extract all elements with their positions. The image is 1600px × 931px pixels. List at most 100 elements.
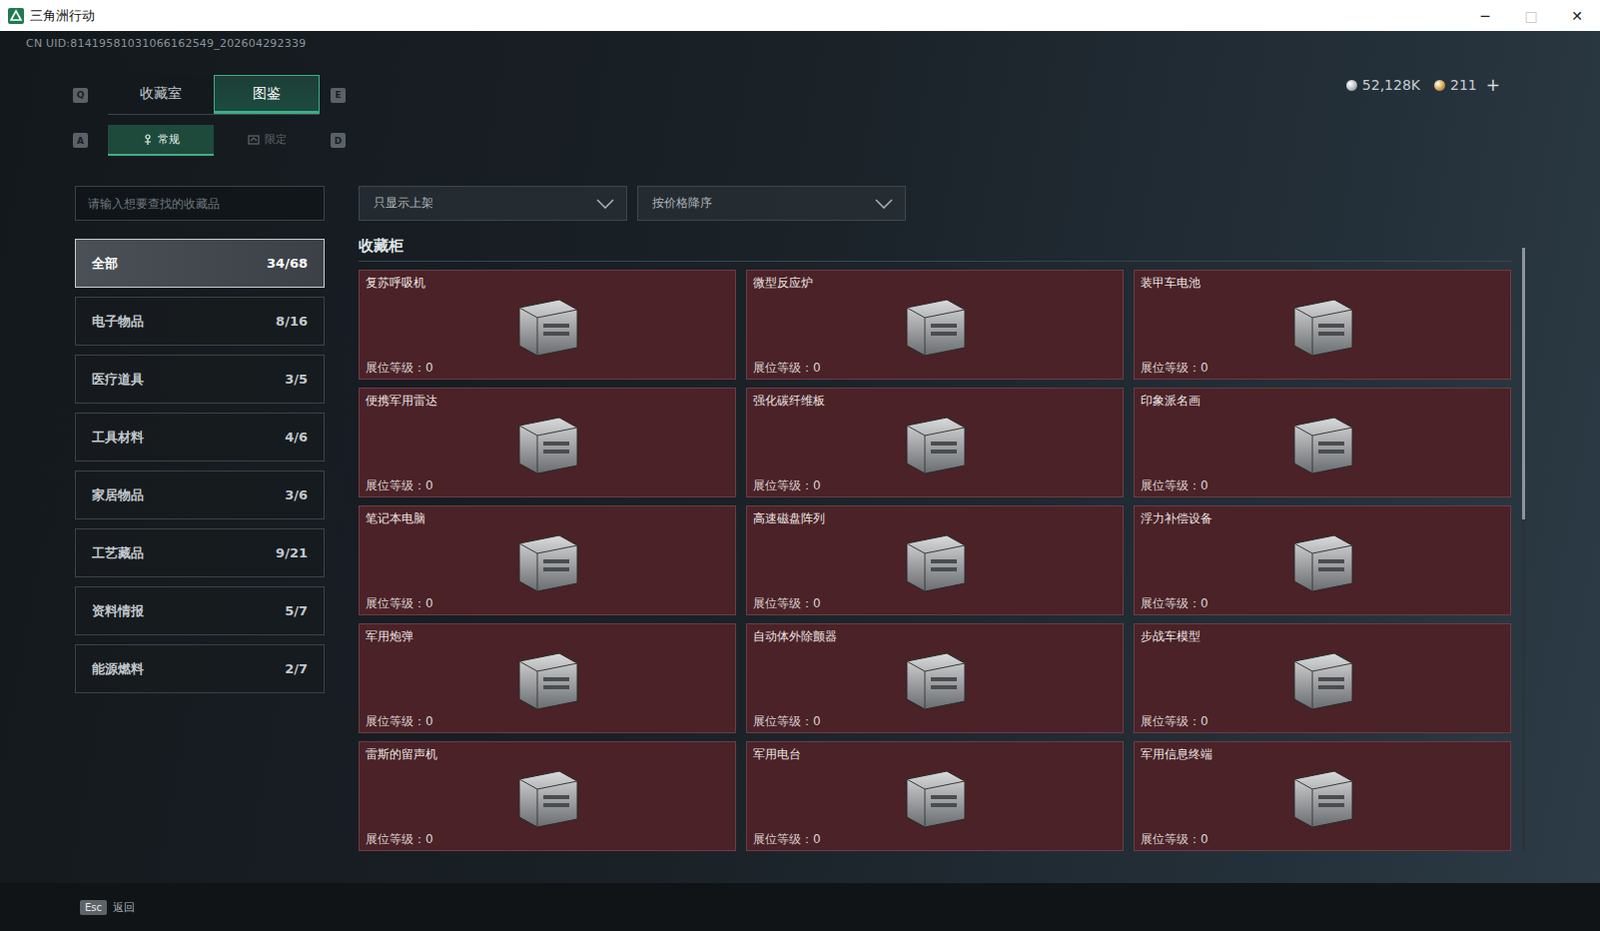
item-image: [1140, 762, 1505, 831]
sub-tab[interactable]: 常规: [107, 124, 214, 156]
item-name: 雷斯的留声机: [365, 746, 730, 763]
scrollbar[interactable]: [1522, 247, 1526, 851]
key-hint: E: [330, 87, 346, 103]
item-level: 展位等级：0: [753, 595, 1117, 612]
category-item[interactable]: 工艺藏品9/21: [74, 528, 325, 578]
item-level: 展位等级：0: [753, 713, 1117, 730]
category-item[interactable]: 资料情报5/7: [74, 586, 325, 636]
content: 全部34/68 电子物品8/16 医疗道具3/5 工具材料4/6 家居物品3/6 工艺藏品…: [0, 185, 1600, 883]
collectible-icon: [1274, 761, 1371, 833]
item-level: 展位等级：0: [1140, 477, 1505, 494]
item-image: [1140, 644, 1505, 714]
item-image: [365, 762, 730, 831]
item-name: 军用电台: [753, 746, 1117, 763]
item-level: 展位等级：0: [1140, 830, 1505, 847]
item-card[interactable]: 自动体外除颤器展位等级：0: [746, 623, 1124, 734]
item-name: 印象派名画: [1140, 392, 1505, 409]
filter-dropdown[interactable]: 只显示上架: [358, 185, 628, 221]
item-image: [753, 526, 1117, 596]
collectible-icon: [499, 643, 596, 716]
currency-amount: 211: [1450, 76, 1478, 93]
window-title: 三角洲行动: [29, 6, 95, 25]
item-image: [1140, 290, 1505, 360]
window-control-button: □: [1508, 0, 1555, 31]
item-image: [753, 644, 1117, 714]
item-card[interactable]: 装甲车电池展位等级：0: [1133, 269, 1512, 380]
collectible-icon: [886, 525, 983, 598]
item-level: 展位等级：0: [1140, 595, 1505, 612]
chevron-down-icon: [874, 198, 893, 209]
app-logo-icon: [7, 7, 24, 24]
category-item[interactable]: 电子物品8/16: [74, 296, 325, 346]
key-hint: Q: [72, 87, 88, 103]
collection-panel: 只显示上架按价格降序收藏柜复苏呼吸机展位等级：0微型反应炉展位等级：0装甲车电池…: [358, 185, 1536, 883]
category-item[interactable]: 工具材料4/6: [74, 412, 325, 462]
item-card[interactable]: 便携军用雷达展位等级：0: [358, 387, 737, 498]
item-card[interactable]: 军用电台展位等级：0: [746, 741, 1124, 851]
scrollbar-thumb[interactable]: [1522, 247, 1526, 520]
item-card[interactable]: 笔记本电脑展位等级：0: [358, 505, 737, 616]
item-card[interactable]: 步战车模型展位等级：0: [1133, 623, 1512, 734]
collectible-icon: [499, 525, 596, 598]
item-name: 微型反应炉: [753, 274, 1117, 291]
chevron-down-icon: [596, 198, 615, 209]
item-card[interactable]: 军用炮弹展位等级：0: [358, 623, 737, 734]
filter-row: 只显示上架按价格降序: [358, 185, 1536, 221]
collectible-icon: [886, 643, 983, 716]
item-level: 展位等级：0: [753, 359, 1117, 376]
category-item[interactable]: 全部34/68: [74, 238, 325, 288]
item-name: 军用炮弹: [365, 628, 730, 645]
top-tabs-row: Q 收藏室图鉴 E 52,128K 211 +: [0, 74, 1600, 115]
category-item[interactable]: 能源燃料2/7: [74, 644, 325, 694]
category-item[interactable]: 医疗道具3/5: [74, 354, 325, 404]
section-title: 收藏柜: [358, 236, 1513, 262]
collectible-icon: [886, 407, 983, 480]
item-name: 装甲车电池: [1140, 274, 1505, 291]
coin-icon: [1434, 79, 1446, 91]
collectible-icon: [1274, 289, 1371, 362]
top-tab[interactable]: 图鉴: [213, 74, 320, 114]
item-name: 高速磁盘阵列: [753, 510, 1117, 527]
item-card[interactable]: 高速磁盘阵列展位等级：0: [746, 505, 1124, 616]
item-level: 展位等级：0: [753, 830, 1117, 847]
window-control-button[interactable]: ─: [1462, 0, 1509, 31]
item-image: [753, 290, 1117, 360]
window-control-button[interactable]: ✕: [1554, 0, 1600, 31]
item-name: 步战车模型: [1140, 628, 1505, 645]
add-currency-button[interactable]: +: [1486, 74, 1501, 95]
back-label[interactable]: 返回: [112, 899, 135, 915]
item-name: 自动体外除颤器: [753, 628, 1117, 645]
app-window: 三角洲行动─□✕CN UID:81419581031066162549_2026…: [0, 0, 1600, 931]
item-card[interactable]: 印象派名画展位等级：0: [1133, 387, 1512, 498]
item-card[interactable]: 强化碳纤维板展位等级：0: [746, 387, 1124, 498]
item-name: 浮力补偿设备: [1140, 510, 1505, 527]
search-field[interactable]: [74, 185, 325, 221]
item-level: 展位等级：0: [365, 477, 730, 494]
item-name: 强化碳纤维板: [753, 392, 1117, 409]
grid-wrap: 复苏呼吸机展位等级：0微型反应炉展位等级：0装甲车电池展位等级：0便携军用雷达展…: [358, 269, 1536, 851]
sidebar: 全部34/68 电子物品8/16 医疗道具3/5 工具材料4/6 家居物品3/6 工艺藏品…: [74, 185, 325, 883]
item-card[interactable]: 浮力补偿设备展位等级：0: [1133, 505, 1512, 616]
sub-tab[interactable]: 限定: [213, 124, 320, 156]
collectible-icon: [499, 289, 596, 362]
item-level: 展位等级：0: [1140, 359, 1505, 376]
item-card[interactable]: 复苏呼吸机展位等级：0: [358, 269, 737, 380]
item-grid: 复苏呼吸机展位等级：0微型反应炉展位等级：0装甲车电池展位等级：0便携军用雷达展…: [358, 269, 1513, 851]
currency-amount: 52,128K: [1362, 76, 1421, 93]
item-card[interactable]: 雷斯的留声机展位等级：0: [358, 741, 737, 851]
coin-icon: [1346, 79, 1358, 91]
regular-icon: [142, 133, 153, 146]
item-card[interactable]: 军用信息终端展位等级：0: [1133, 741, 1512, 851]
esc-key[interactable]: Esc: [79, 899, 107, 915]
top-tabs: 收藏室图鉴: [107, 74, 320, 115]
top-tab[interactable]: 收藏室: [107, 74, 214, 114]
key-hint: D: [330, 132, 346, 148]
category-item[interactable]: 家居物品3/6: [74, 470, 325, 520]
item-image: [1140, 408, 1505, 478]
item-card[interactable]: 微型反应炉展位等级：0: [746, 269, 1124, 380]
window-controls: ─□✕: [1462, 0, 1600, 31]
item-level: 展位等级：0: [365, 595, 730, 612]
item-level: 展位等级：0: [365, 359, 730, 376]
filter-dropdown[interactable]: 按价格降序: [637, 185, 906, 221]
collectible-icon: [499, 761, 596, 833]
